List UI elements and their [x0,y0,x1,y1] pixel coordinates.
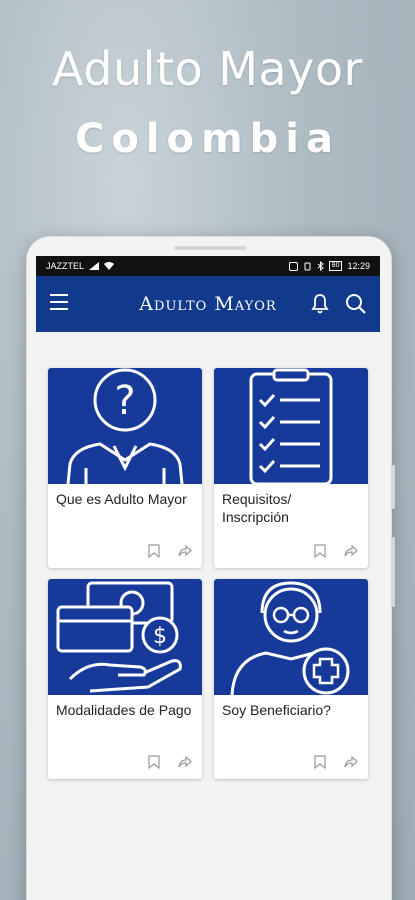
svg-text:$: $ [153,624,167,649]
vibrate-icon [304,262,311,270]
notification-bell-icon[interactable] [308,292,332,316]
share-icon[interactable] [344,545,358,557]
card-que-es-adulto-mayor[interactable]: ? Que es Adulto Mayor [48,368,202,568]
svg-text:?: ? [114,378,135,424]
card-soy-beneficiario[interactable]: Soy Beneficiario? [214,579,368,779]
signal-icon [89,262,100,270]
app-screen: JAZZTEL 80 12:29 Adulto Mayor ? Que es A… [36,256,380,900]
status-bar: JAZZTEL 80 12:29 [36,256,380,276]
checklist-icon [214,368,368,484]
phone-speaker [174,246,246,250]
share-icon[interactable] [344,756,358,768]
clock-time: 12:29 [347,261,370,271]
card-modalidades-de-pago[interactable]: $ Modalidades de Pago [48,579,202,779]
question-person-icon: ? [48,368,202,484]
bookmark-icon[interactable] [148,544,160,558]
hero-subtitle: Colombia [74,116,341,162]
bookmark-icon[interactable] [148,755,160,769]
carrier-label: JAZZTEL [46,261,85,271]
app-bar: Adulto Mayor [36,276,380,332]
share-icon[interactable] [178,545,192,557]
card-label: Requisitos/ Inscripción [222,491,292,525]
nfc-icon [288,261,298,271]
elder-health-icon [214,579,368,695]
card-label: Modalidades de Pago [56,702,192,718]
payment-hand-icon: $ [48,579,202,695]
share-icon[interactable] [178,756,192,768]
wifi-icon [104,262,115,270]
battery-icon: 80 [328,261,343,271]
bookmark-icon[interactable] [314,755,326,769]
card-label: Que es Adulto Mayor [56,491,187,507]
search-icon[interactable] [344,292,368,316]
card-requisitos-inscripcion[interactable]: Requisitos/ Inscripción [214,368,368,568]
card-label: Soy Beneficiario? [222,702,331,718]
phone-power-button [391,537,395,607]
bookmark-icon[interactable] [314,544,326,558]
phone-volume-button [391,465,395,509]
hero-title: Adulto Mayor [52,42,363,96]
bluetooth-icon [317,261,324,271]
